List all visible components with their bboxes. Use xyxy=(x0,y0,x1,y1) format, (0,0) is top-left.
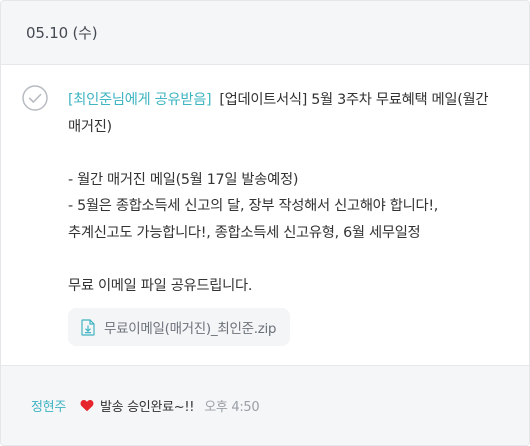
zip-file-icon xyxy=(81,318,95,336)
check-circle-icon[interactable] xyxy=(22,85,48,111)
attachment-filename: 무료이메일(매거진)_최인준.zip xyxy=(104,321,277,337)
message-text: [최인준님에게 공유받음] [업데이트서식] 5월 3주차 무료혜택 메일(월간 … xyxy=(68,87,505,299)
reply-time: 오후 4:50 xyxy=(204,400,260,415)
message-body: [최인준님에게 공유받음] [업데이트서식] 5월 3주차 무료혜택 메일(월간 … xyxy=(1,65,529,365)
message-line-1: - 월간 매거진 메일(5월 17일 발송예정) xyxy=(68,171,299,188)
attachment-chip[interactable]: 무료이메일(매거진)_최인준.zip xyxy=(68,308,291,346)
message-line-3: 무료 이메일 파일 공유드립니다. xyxy=(68,277,253,294)
message-line-2: - 5월은 종합소득세 신고의 달, 장부 작성해서 신고해야 합니다!, 추계… xyxy=(68,198,439,241)
message-title-line: [최인준님에게 공유받음] [업데이트서식] 5월 3주차 무료혜택 메일(월간 … xyxy=(68,87,505,140)
reply-footer: 정현주 발송 승인완료~!! 오후 4:50 xyxy=(1,365,529,445)
reply-author[interactable]: 정현주 xyxy=(31,396,66,415)
date-label: 05.10 (수) xyxy=(26,24,98,42)
shared-tag: [최인준님에게 공유받음] xyxy=(68,92,212,108)
date-header: 05.10 (수) xyxy=(1,1,529,65)
heart-icon xyxy=(80,399,94,412)
message-card: 05.10 (수) [최인준님에게 공유받음] [업데이트서식] 5월 3주차 무… xyxy=(0,0,530,446)
reply-text: 발송 승인완료~!! xyxy=(99,400,195,415)
